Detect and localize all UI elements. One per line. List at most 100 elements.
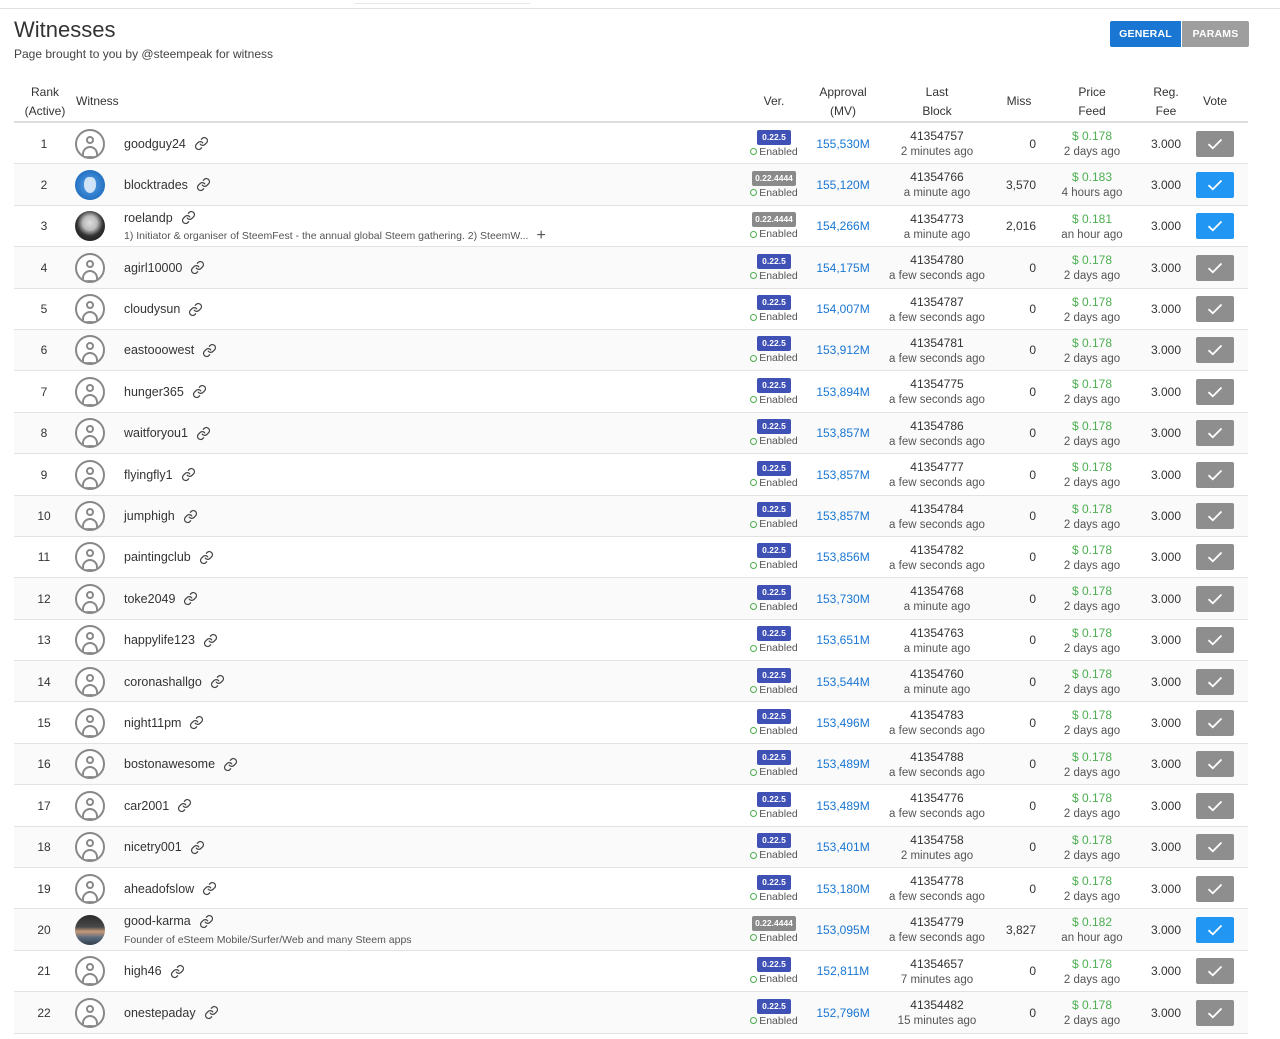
approval[interactable]: 153,095M [804, 909, 882, 950]
link-icon[interactable] [196, 177, 211, 192]
witness-name[interactable]: agirl10000 [124, 261, 182, 275]
link-icon[interactable] [210, 674, 225, 689]
witness-name[interactable]: onestepaday [124, 1006, 196, 1020]
link-icon[interactable] [188, 302, 203, 317]
link-icon[interactable] [181, 467, 196, 482]
default-avatar-icon[interactable] [75, 997, 105, 1028]
default-avatar-icon[interactable] [75, 583, 105, 614]
approval[interactable]: 153,544M [804, 661, 882, 702]
witness-name[interactable]: aheadofslow [124, 882, 194, 896]
col-miss[interactable]: Miss [1000, 82, 1038, 121]
link-icon[interactable] [203, 633, 218, 648]
vote-button[interactable] [1196, 461, 1234, 488]
default-avatar-icon[interactable] [75, 459, 105, 490]
vote-button[interactable] [1196, 213, 1234, 240]
col-last-block[interactable]: Last Block [894, 82, 980, 121]
approval[interactable]: 153,857M [804, 496, 882, 537]
link-icon[interactable] [196, 426, 211, 441]
approval[interactable]: 154,007M [804, 289, 882, 330]
default-avatar-icon[interactable] [75, 832, 105, 863]
witness-name[interactable]: eastooowest [124, 343, 194, 357]
default-avatar-icon[interactable] [75, 749, 105, 780]
link-icon[interactable] [183, 509, 198, 524]
avatar[interactable] [75, 169, 105, 200]
link-icon[interactable] [189, 715, 204, 730]
link-icon[interactable] [202, 881, 217, 896]
approval[interactable]: 153,489M [804, 744, 882, 785]
vote-button[interactable] [1196, 834, 1234, 861]
witness-name[interactable]: bostonawesome [124, 757, 215, 771]
witness-name[interactable]: jumphigh [124, 509, 175, 523]
col-witness[interactable]: Witness [76, 82, 126, 121]
witness-name[interactable]: nicetry001 [124, 840, 182, 854]
vote-button[interactable] [1196, 254, 1234, 281]
vote-button[interactable] [1196, 792, 1234, 819]
tab-general[interactable]: GENERAL [1110, 21, 1181, 47]
witness-name[interactable]: good-karma [124, 914, 191, 928]
link-icon[interactable] [181, 210, 196, 225]
link-icon[interactable] [190, 840, 205, 855]
col-approval[interactable]: Approval (MV) [806, 82, 880, 121]
vote-button[interactable] [1196, 171, 1234, 198]
approval[interactable]: 155,530M [804, 123, 882, 164]
approval[interactable]: 153,730M [804, 578, 882, 619]
link-icon[interactable] [194, 136, 209, 151]
approval[interactable]: 152,811M [804, 951, 882, 992]
approval[interactable]: 153,180M [804, 868, 882, 909]
witness-name[interactable]: blocktrades [124, 178, 188, 192]
link-icon[interactable] [177, 798, 192, 813]
default-avatar-icon[interactable] [75, 625, 105, 656]
approval[interactable]: 155,120M [804, 164, 882, 205]
vote-button[interactable] [1196, 751, 1234, 778]
link-icon[interactable] [199, 914, 214, 929]
vote-button[interactable] [1196, 296, 1234, 323]
link-icon[interactable] [183, 591, 198, 606]
witness-name[interactable]: happylife123 [124, 633, 195, 647]
col-rank[interactable]: Rank (Active) [14, 82, 76, 121]
approval[interactable]: 153,401M [804, 827, 882, 868]
approval[interactable]: 154,266M [804, 206, 882, 247]
witness-name[interactable]: toke2049 [124, 592, 175, 606]
approval[interactable]: 153,912M [804, 330, 882, 371]
witness-name[interactable]: flyingfly1 [124, 468, 173, 482]
default-avatar-icon[interactable] [75, 873, 105, 904]
link-icon[interactable] [202, 343, 217, 358]
vote-button[interactable] [1196, 709, 1234, 736]
link-icon[interactable] [223, 757, 238, 772]
link-icon[interactable] [204, 1005, 219, 1020]
vote-button[interactable] [1196, 503, 1234, 530]
vote-button[interactable] [1196, 420, 1234, 447]
default-avatar-icon[interactable] [75, 956, 105, 987]
link-icon[interactable] [170, 964, 185, 979]
witness-name[interactable]: cloudysun [124, 302, 180, 316]
default-avatar-icon[interactable] [75, 501, 105, 532]
link-icon[interactable] [190, 260, 205, 275]
link-icon[interactable] [192, 384, 207, 399]
approval[interactable]: 153,856M [804, 537, 882, 578]
vote-button[interactable] [1196, 999, 1234, 1026]
vote-button[interactable] [1196, 130, 1234, 157]
default-avatar-icon[interactable] [75, 376, 105, 407]
approval[interactable]: 153,496M [804, 702, 882, 743]
default-avatar-icon[interactable] [75, 707, 105, 738]
col-reg-fee[interactable]: Reg. Fee [1140, 82, 1192, 121]
default-avatar-icon[interactable] [75, 542, 105, 573]
witness-name[interactable]: hunger365 [124, 385, 184, 399]
vote-button[interactable] [1196, 378, 1234, 405]
witness-name[interactable]: coronashallgo [124, 675, 202, 689]
witness-name[interactable]: paintingclub [124, 550, 191, 564]
approval[interactable]: 153,857M [804, 413, 882, 454]
avatar[interactable] [75, 914, 105, 945]
approval[interactable]: 153,651M [804, 620, 882, 661]
approval[interactable]: 154,175M [804, 247, 882, 288]
vote-button[interactable] [1196, 958, 1234, 985]
witness-name[interactable]: high46 [124, 964, 162, 978]
expand-plus-icon[interactable]: + [536, 228, 545, 244]
default-avatar-icon[interactable] [75, 294, 105, 325]
default-avatar-icon[interactable] [75, 128, 105, 159]
vote-button[interactable] [1196, 668, 1234, 695]
witness-name[interactable]: goodguy24 [124, 137, 186, 151]
vote-button[interactable] [1196, 875, 1234, 902]
witness-name[interactable]: car2001 [124, 799, 169, 813]
default-avatar-icon[interactable] [75, 252, 105, 283]
